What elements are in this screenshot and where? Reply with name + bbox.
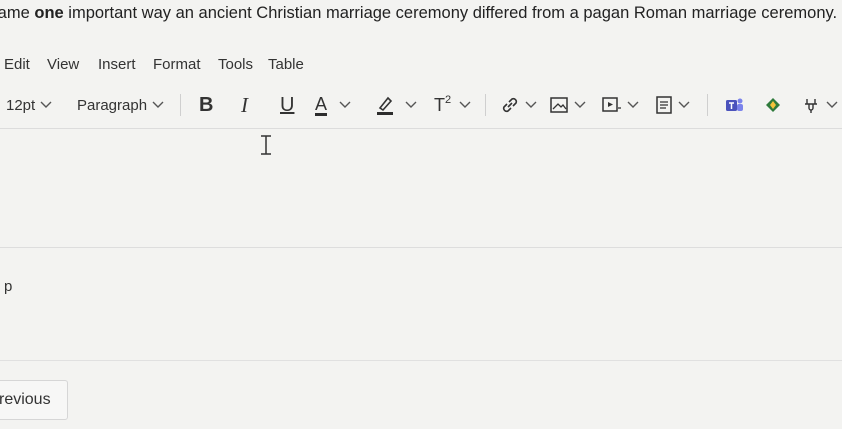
teams-button[interactable]	[725, 92, 745, 118]
font-size-value: 12pt	[6, 96, 36, 114]
chevron-down-icon	[627, 101, 639, 108]
text-color-icon: A	[315, 93, 328, 116]
chevron-down-icon	[459, 101, 471, 108]
block-format-select[interactable]: Paragraph	[77, 92, 164, 118]
text-cursor-icon	[261, 135, 271, 155]
menu-insert[interactable]: Insert	[98, 56, 136, 73]
editor-menubar: Edit View Insert Format Tools Table	[0, 56, 842, 76]
text-color-button[interactable]: A	[315, 92, 351, 118]
italic-button[interactable]: I	[241, 92, 248, 118]
chevron-down-icon	[574, 101, 586, 108]
menu-view[interactable]: View	[47, 56, 79, 73]
menu-table[interactable]: Table	[268, 56, 304, 73]
link-icon	[502, 97, 518, 113]
menu-edit[interactable]: Edit	[4, 56, 30, 73]
status-bar-border	[0, 360, 842, 361]
chevron-down-icon	[40, 101, 52, 108]
image-button[interactable]	[549, 92, 586, 118]
menu-tools[interactable]: Tools	[218, 56, 253, 73]
superscript-button[interactable]: T2	[434, 92, 471, 118]
apps-button[interactable]	[801, 92, 838, 118]
question-bold: one	[34, 4, 64, 22]
menu-format[interactable]: Format	[153, 56, 201, 73]
underline-button[interactable]: U	[280, 92, 294, 118]
chevron-down-icon	[405, 101, 417, 108]
editor-body[interactable]	[0, 129, 842, 269]
question-suffix: important way an ancient Christian marri…	[63, 4, 838, 22]
highlight-color-button[interactable]	[375, 92, 417, 118]
google-drive-icon	[766, 98, 780, 112]
font-size-select[interactable]: 12pt	[6, 92, 52, 118]
editor-bottom-border	[0, 247, 842, 248]
superscript-icon-mark: 2	[445, 94, 452, 106]
chevron-down-icon	[678, 101, 690, 108]
editor-toolbar: 12pt Paragraph B I U A T2	[0, 92, 842, 118]
question-prefix: lame	[0, 4, 30, 22]
chevron-down-icon	[525, 101, 537, 108]
block-format-value: Paragraph	[77, 96, 148, 114]
chevron-down-icon	[152, 101, 164, 108]
superscript-icon: T	[434, 94, 445, 115]
document-button[interactable]	[655, 92, 690, 118]
previous-button[interactable]: revious	[0, 380, 68, 420]
google-drive-button[interactable]	[764, 92, 782, 118]
element-path: p	[4, 278, 13, 295]
link-button[interactable]	[500, 92, 537, 118]
chevron-down-icon	[826, 101, 838, 108]
highlighter-icon	[377, 96, 393, 115]
media-button[interactable]	[600, 92, 639, 118]
image-icon	[550, 97, 568, 113]
bold-button[interactable]: B	[199, 92, 213, 118]
question-text: lame one important way an ancient Christ…	[0, 4, 842, 23]
toolbar-divider	[180, 94, 181, 116]
media-icon	[602, 97, 621, 112]
document-icon	[656, 96, 672, 114]
toolbar-divider	[707, 94, 708, 116]
toolbar-divider	[485, 94, 486, 116]
apps-icon	[805, 99, 817, 113]
teams-icon	[726, 98, 743, 111]
chevron-down-icon	[339, 101, 351, 108]
